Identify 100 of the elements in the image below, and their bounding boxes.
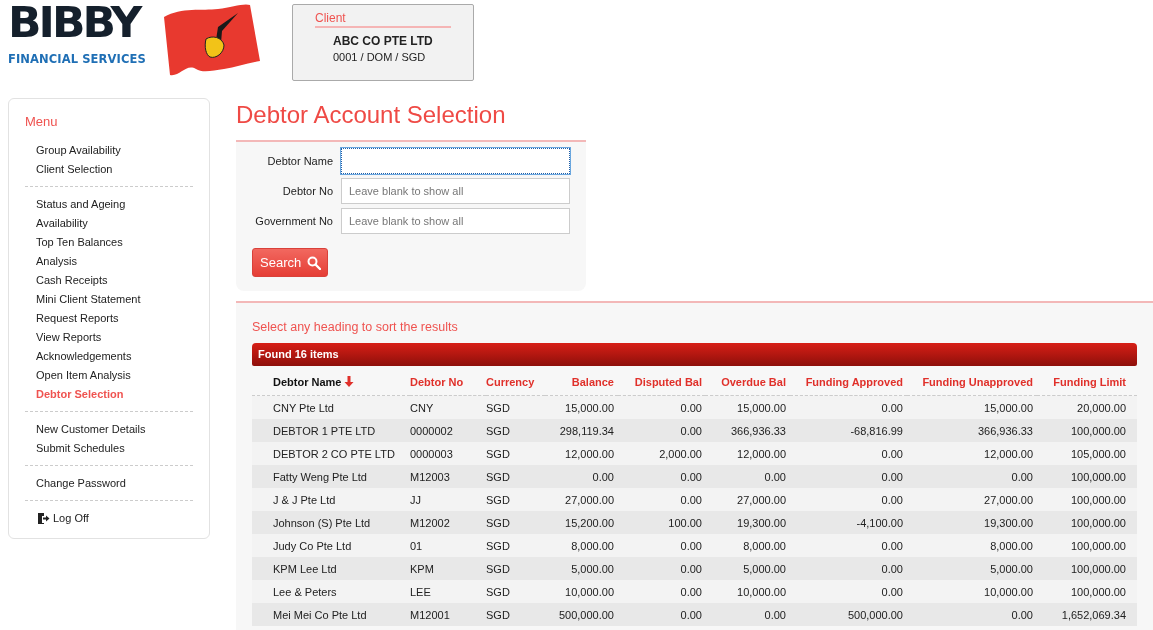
table-cell: 5,000.00 [907,557,1037,580]
menu-title: Menu [25,114,59,129]
table-cell: 8,000.00 [705,534,790,557]
table-cell: SGD [486,488,545,511]
table-cell: 20,000.00 [1037,395,1137,419]
column-header[interactable]: Currency [486,366,545,396]
menu-item[interactable]: Top Ten Balances [36,233,123,252]
table-cell: SGD [486,557,545,580]
table-cell: 100,000.00 [1037,465,1137,488]
table-cell: 0.00 [545,465,618,488]
table-cell: Johnson (S) Pte Ltd [252,511,410,534]
column-header[interactable]: Debtor No [410,366,486,396]
table-cell: 0.00 [618,395,705,419]
table-cell: 5,000.00 [705,557,790,580]
menu-item[interactable]: Analysis [36,252,77,271]
table-cell: 105,000.00 [1037,442,1137,465]
table-cell: 1,652,069.34 [1037,603,1137,626]
table-cell: 0.00 [618,557,705,580]
table-cell: 0.00 [618,580,705,603]
menu-item[interactable]: New Customer Details [36,420,146,439]
table-cell: SGD [486,442,545,465]
menu-item[interactable]: Submit Schedules [36,439,125,458]
menu-item[interactable]: Availability [36,214,88,233]
table-cell: CNY Pte Ltd [252,395,410,419]
table-cell: 0.00 [618,419,705,442]
client-code: 0001 / DOM / SGD [333,51,427,63]
menu-item[interactable]: Request Reports [36,309,119,328]
table-cell: 100,000.00 [1037,580,1137,603]
table-cell: M12002 [410,511,486,534]
column-header[interactable]: Disputed Bal [618,366,705,396]
search-button[interactable]: Search [252,248,329,277]
table-cell: LEE [410,580,486,603]
table-cell: M12003 [410,465,486,488]
table-cell: M12001 [410,603,486,626]
table-cell: 366,936.33 [705,419,790,442]
table-cell: 0.00 [790,557,907,580]
column-header[interactable]: Funding Limit [1037,366,1137,396]
table-cell: 0.00 [618,488,705,511]
table-cell: 100,000.00 [1037,488,1137,511]
table-cell: JJ [410,488,486,511]
table-cell: 0000003 [410,442,486,465]
column-header[interactable]: Funding Unapproved [907,366,1037,396]
menu-item[interactable]: Status and Ageing [36,195,126,214]
logoff-link[interactable]: Log Off [53,509,89,528]
column-header[interactable]: Funding Approved [790,366,907,396]
table-cell: 0.00 [705,603,790,626]
table-cell: 0.00 [790,465,907,488]
menu-item[interactable]: Cash Receipts [36,271,108,290]
menu-item[interactable]: View Reports [36,328,102,347]
table-cell: 500,000.00 [790,603,907,626]
table-cell: KPM Lee Ltd [252,557,410,580]
sort-hint: Select any heading to sort the results [252,320,459,334]
menu-item[interactable]: Client Selection [36,160,113,179]
page-title: Debtor Account Selection [236,100,507,130]
client-name: ABC CO PTE LTD [333,34,434,48]
table-cell: 100,000.00 [1037,534,1137,557]
table-cell: 0.00 [907,465,1037,488]
table-cell: 0.00 [705,465,790,488]
table-cell: DEBTOR 1 PTE LTD [252,419,410,442]
table-cell: 27,000.00 [705,488,790,511]
table-cell: SGD [486,395,545,419]
table-cell: 10,000.00 [705,580,790,603]
menu-item[interactable]: Mini Client Statement [36,290,141,309]
table-cell: SGD [486,465,545,488]
table-cell: 366,936.33 [907,419,1037,442]
table-cell: 19,300.00 [907,511,1037,534]
table-cell: 12,000.00 [907,442,1037,465]
column-header[interactable]: Debtor Name [252,366,410,396]
table-cell: 15,000.00 [545,395,618,419]
table-cell: 100,000.00 [1037,511,1137,534]
table-cell: 0.00 [618,534,705,557]
menu-item[interactable]: Acknowledgements [36,347,132,366]
menu-item[interactable]: Group Availability [36,141,121,160]
table-cell: 5,000.00 [545,557,618,580]
table-cell: 0.00 [790,534,907,557]
table-cell: 15,000.00 [907,395,1037,419]
table-cell: 500,000.00 [545,603,618,626]
table-cell: 100,000.00 [1037,419,1137,442]
table-cell: Judy Co Pte Ltd [252,534,410,557]
table-cell: 0.00 [790,442,907,465]
table-cell: Mei Mei Co Pte Ltd [252,603,410,626]
table-cell: DEBTOR 2 CO PTE LTD [252,442,410,465]
table-cell: 2,000.00 [618,442,705,465]
column-header[interactable]: Balance [545,366,618,396]
menu-item[interactable]: Change Password [36,474,126,493]
field-label: Government No [254,215,333,227]
table-cell: 0.00 [907,603,1037,626]
table-cell: 8,000.00 [545,534,618,557]
table-cell: 0000002 [410,419,486,442]
field-label: Debtor No [281,185,333,197]
field-label: Debtor Name [266,155,333,167]
table-cell: 0.00 [790,580,907,603]
table-cell: Fatty Weng Pte Ltd [252,465,410,488]
column-header[interactable]: Overdue Bal [705,366,790,396]
menu-item[interactable]: Open Item Analysis [36,366,131,385]
table-cell: 01 [410,534,486,557]
brand-name: BIBBY [8,2,142,44]
table-cell: -68,816.99 [790,419,907,442]
table-cell: SGD [486,603,545,626]
table-cell: SGD [486,580,545,603]
